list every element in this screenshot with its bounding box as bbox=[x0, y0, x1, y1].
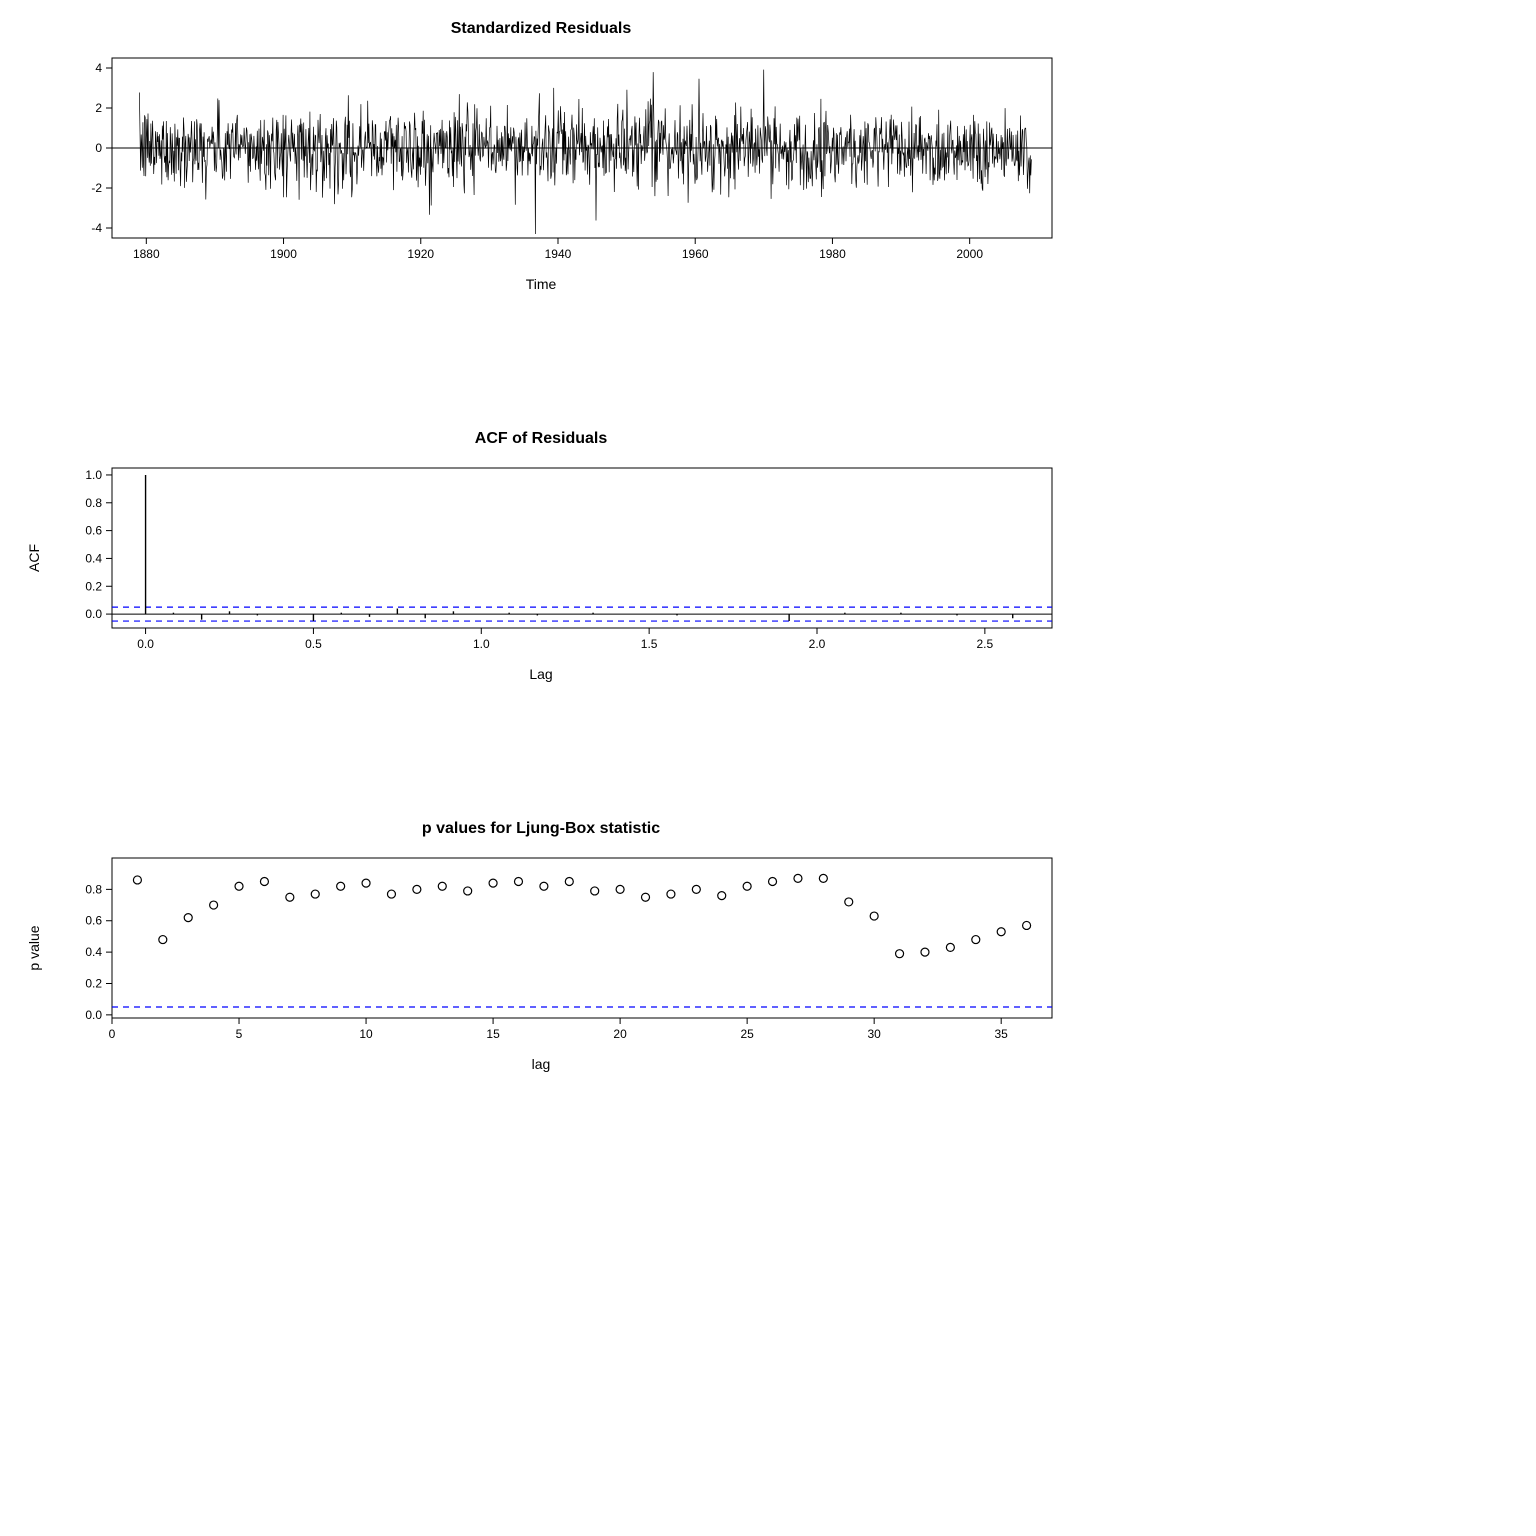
residuals-xlabel: Time bbox=[20, 276, 1062, 292]
svg-text:1920: 1920 bbox=[407, 247, 434, 261]
panel-acf: ACF of Residuals ACF 0.00.20.40.60.81.00… bbox=[20, 430, 1062, 682]
svg-text:0.0: 0.0 bbox=[85, 1008, 102, 1022]
acf-ylabel: ACF bbox=[26, 544, 42, 572]
svg-text:2: 2 bbox=[95, 101, 102, 115]
ljungbox-title: p values for Ljung-Box statistic bbox=[20, 820, 1062, 838]
svg-text:25: 25 bbox=[740, 1027, 754, 1041]
svg-text:1960: 1960 bbox=[682, 247, 709, 261]
panel-residuals: Standardized Residuals -4 -2 0 2 4 1880 1900 19… bbox=[20, 20, 1062, 292]
svg-text:1880: 1880 bbox=[133, 247, 160, 261]
svg-text:-4: -4 bbox=[91, 221, 102, 235]
svg-text:1980: 1980 bbox=[819, 247, 846, 261]
diagnostic-plots: Standardized Residuals -4 -2 0 2 4 1880 1900 19… bbox=[0, 0, 1082, 1082]
svg-text:35: 35 bbox=[995, 1027, 1009, 1041]
svg-text:4: 4 bbox=[95, 61, 102, 75]
svg-text:1900: 1900 bbox=[270, 247, 297, 261]
acf-title: ACF of Residuals bbox=[20, 430, 1062, 448]
svg-text:20: 20 bbox=[613, 1027, 627, 1041]
svg-text:1.5: 1.5 bbox=[641, 637, 658, 651]
svg-text:0.2: 0.2 bbox=[85, 976, 102, 990]
svg-text:5: 5 bbox=[236, 1027, 243, 1041]
svg-text:2.5: 2.5 bbox=[977, 637, 994, 651]
residuals-plot: -4 -2 0 2 4 1880 1900 1920 1940 1960 1980 2000 bbox=[62, 48, 1062, 268]
ljungbox-xlabel: lag bbox=[20, 1056, 1062, 1072]
ljungbox-plot: 0.0 0.2 0.4 0.6 0.8 0 5 10 15 20 25 30 35 bbox=[62, 848, 1062, 1048]
svg-text:1.0: 1.0 bbox=[473, 637, 490, 651]
svg-text:2000: 2000 bbox=[956, 247, 983, 261]
svg-text:30: 30 bbox=[867, 1027, 881, 1041]
svg-text:1.0: 1.0 bbox=[85, 468, 102, 482]
svg-text:15: 15 bbox=[486, 1027, 500, 1041]
residuals-title: Standardized Residuals bbox=[20, 20, 1062, 38]
ljungbox-ylabel: p value bbox=[26, 925, 42, 970]
svg-text:0.5: 0.5 bbox=[305, 637, 322, 651]
svg-text:0.4: 0.4 bbox=[85, 945, 102, 959]
svg-text:-2: -2 bbox=[91, 181, 102, 195]
svg-text:1940: 1940 bbox=[545, 247, 572, 261]
svg-text:0.2: 0.2 bbox=[85, 579, 102, 593]
svg-text:10: 10 bbox=[359, 1027, 373, 1041]
svg-text:0.0: 0.0 bbox=[137, 637, 154, 651]
svg-text:0.6: 0.6 bbox=[85, 914, 102, 928]
svg-text:0: 0 bbox=[109, 1027, 116, 1041]
panel-ljungbox: p values for Ljung-Box statistic p value… bbox=[20, 820, 1062, 1072]
svg-text:0: 0 bbox=[95, 141, 102, 155]
svg-text:0.6: 0.6 bbox=[85, 524, 102, 538]
svg-text:0.8: 0.8 bbox=[85, 882, 102, 896]
acf-plot: 0.0 0.2 0.4 0.6 0.8 1.0 0.0 0.5 1.0 1.5 2.0 2.5 bbox=[62, 458, 1062, 658]
svg-text:0.0: 0.0 bbox=[85, 607, 102, 621]
svg-text:0.8: 0.8 bbox=[85, 496, 102, 510]
svg-text:2.0: 2.0 bbox=[809, 637, 826, 651]
acf-xlabel: Lag bbox=[20, 666, 1062, 682]
svg-text:0.4: 0.4 bbox=[85, 551, 102, 565]
